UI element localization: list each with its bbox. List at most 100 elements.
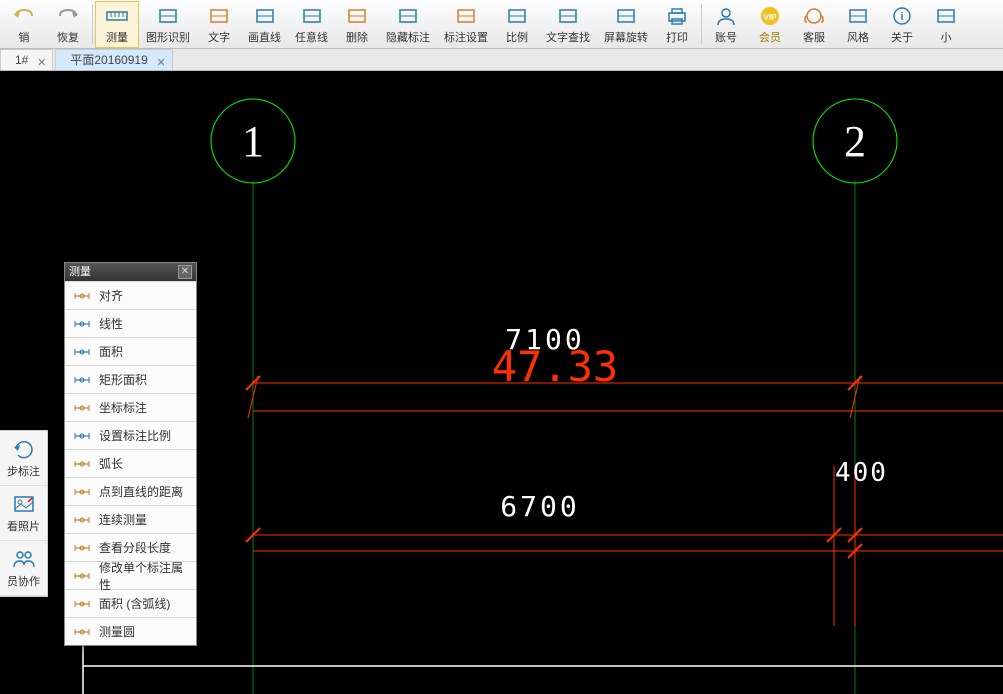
menu-label: 矩形面积 [99,371,147,388]
menu-label: 测量圆 [99,623,135,640]
text-icon [207,4,231,28]
sync-annotation-icon [12,437,36,461]
menu-label: 弧长 [99,455,123,472]
tool-mini[interactable]: 小 [924,1,968,48]
mini-icon [934,4,958,28]
tool-account[interactable]: 账号 [704,1,748,48]
tool-label: 关于 [891,29,913,45]
screen-rotate-icon [614,4,638,28]
svg-text:400: 400 [835,458,888,488]
measure-measure-circle[interactable]: 测量圆 [65,617,196,645]
tool-measure[interactable]: 测量 [95,1,139,48]
area-arc-icon [73,596,91,612]
measure-rect-area[interactable]: 矩形面积 [65,365,196,393]
measure-point-to-line[interactable]: 点到直线的距离 [65,477,196,505]
draw-line-icon [253,4,277,28]
tab[interactable]: 平面20160919✕ [55,49,172,70]
tool-label: 隐藏标注 [386,29,430,45]
svg-text:6700: 6700 [500,490,579,523]
linear-icon [73,316,91,332]
measure-continuous[interactable]: 连续测量 [65,505,196,533]
menu-label: 对齐 [99,287,123,304]
hide-annotation-icon [396,4,420,28]
tool-text[interactable]: 文字 [197,1,241,48]
menu-label: 面积 [99,343,123,360]
tab-label: 平面20160919 [70,53,147,67]
tool-draw-line[interactable]: 画直线 [241,1,288,48]
left-dock: 步标注看照片员协作 [0,430,48,597]
tool-vip[interactable]: VIP会员 [748,1,792,48]
measure-panel-header[interactable]: 测量 ✕ [65,263,196,281]
text-search-icon [556,4,580,28]
tool-print[interactable]: 打印 [655,1,699,48]
tool-free-line[interactable]: 任意线 [288,1,335,48]
tool-label: 销 [19,29,30,45]
close-icon[interactable]: ✕ [178,265,192,279]
measure-align[interactable]: 对齐 [65,281,196,309]
measure-area[interactable]: 面积 [65,337,196,365]
tab-label: 1# [15,53,28,67]
tool-label: 标注设置 [444,29,488,45]
measure-arc-length[interactable]: 弧长 [65,449,196,477]
measure-area-arc[interactable]: 面积 (含弧线) [65,589,196,617]
tool-undo[interactable]: 销 [2,1,46,48]
vip-icon: VIP [758,4,782,28]
set-scale-icon [73,428,91,444]
point-to-line-icon [73,484,91,500]
tool-about[interactable]: i 关于 [880,1,924,48]
tool-label: 图形识别 [146,29,190,45]
tool-screen-rotate[interactable]: 屏幕旋转 [597,1,655,48]
tool-hide-annotation[interactable]: 隐藏标注 [379,1,437,48]
measure-edit-annotation[interactable]: 修改单个标注属性 [65,561,196,589]
tool-label: 任意线 [295,29,328,45]
tool-shape-detect[interactable]: 图形识别 [139,1,197,48]
area-icon [73,344,91,360]
tool-support[interactable]: 客服 [792,1,836,48]
tool-delete[interactable]: 删除 [335,1,379,48]
shape-detect-icon [156,4,180,28]
tool-label: 风格 [847,29,869,45]
tool-annotation-settings[interactable]: 标注设置 [437,1,495,48]
coord-annotation-icon [73,400,91,416]
scale-icon [505,4,529,28]
tool-scale[interactable]: 比例 [495,1,539,48]
tool-label: 删除 [346,29,368,45]
menu-label: 设置标注比例 [99,427,171,444]
dock-view-photo[interactable]: 看照片 [0,486,47,541]
tool-label: 比例 [506,29,528,45]
redo-icon [56,4,80,28]
svg-text:7100: 7100 [505,323,584,356]
dock-team-collab[interactable]: 员协作 [0,541,47,596]
tool-style[interactable]: 风格 [836,1,880,48]
measure-panel-title: 测量 [69,263,91,281]
tool-redo[interactable]: 恢复 [46,1,90,48]
team-collab-icon [12,547,36,571]
svg-text:i: i [900,11,903,23]
tab[interactable]: 1#✕ [0,49,53,70]
tab-bar: 1#✕平面20160919✕ [0,49,1003,71]
measure-panel-body: 对齐线性面积矩形面积坐标标注设置标注比例弧长点到直线的距离连续测量查看分段长度修… [65,281,196,645]
measure-set-scale[interactable]: 设置标注比例 [65,421,196,449]
measure-icon [105,4,129,28]
tool-text-search[interactable]: 文字查找 [539,1,597,48]
dock-sync-annotation[interactable]: 步标注 [0,431,47,486]
measure-segment-length[interactable]: 查看分段长度 [65,533,196,561]
tool-label: 文字查找 [546,29,590,45]
tool-label: 画直线 [248,29,281,45]
tool-label: 恢复 [57,29,79,45]
measure-linear[interactable]: 线性 [65,309,196,337]
about-icon: i [890,4,914,28]
dock-label: 员协作 [7,573,40,589]
tool-label: 文字 [208,29,230,45]
tool-label: 屏幕旋转 [604,29,648,45]
support-icon [802,4,826,28]
print-icon [665,4,689,28]
menu-label: 面积 (含弧线) [99,595,170,612]
menu-label: 线性 [99,315,123,332]
measure-coord-annotation[interactable]: 坐标标注 [65,393,196,421]
edit-annotation-icon [73,568,91,584]
measure-panel: 测量 ✕ 对齐线性面积矩形面积坐标标注设置标注比例弧长点到直线的距离连续测量查看… [64,262,197,646]
segment-length-icon [73,540,91,556]
tool-label: 测量 [106,29,128,45]
tool-label: 会员 [759,29,781,45]
